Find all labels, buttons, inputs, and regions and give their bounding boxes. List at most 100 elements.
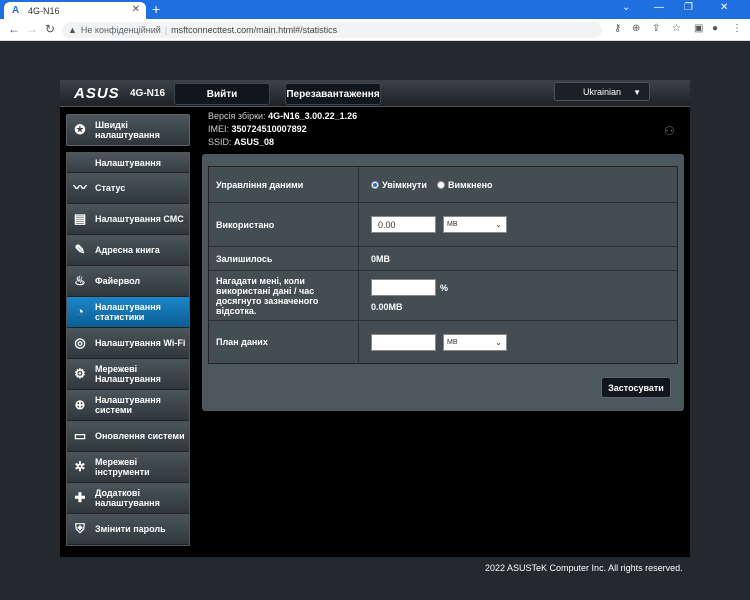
remaining-value: 0MB [359, 247, 677, 270]
statistics-panel: Управління даними Увімкнути Вимкнено Вик… [202, 154, 684, 411]
sidebar-item-label: Адресна книга [95, 245, 160, 255]
sidebar-item-address-book[interactable]: ✎ Адресна книга [67, 235, 189, 266]
bookmark-star-icon[interactable]: ☆ [672, 23, 681, 34]
ssid-label: SSID: [208, 137, 232, 147]
sidebar-item-status[interactable]: 〰 Статус [67, 173, 189, 204]
zoom-icon[interactable]: ⊕ [632, 23, 640, 34]
disable-radio[interactable]: Вимкнено [436, 180, 493, 190]
version-label: Версія збірки: [208, 111, 266, 121]
data-management-row: Управління даними Увімкнути Вимкнено [209, 167, 677, 203]
restore-icon[interactable]: ❐ [684, 2, 693, 13]
new-tab-button[interactable]: + [152, 1, 160, 17]
menu-header: Налаштування [67, 153, 189, 173]
globe-icon: ⊕ [74, 397, 86, 412]
used-row: Використано 0.00 MB ⌄ [209, 203, 677, 247]
sidebar-item-label: Файервол [95, 276, 141, 286]
chevron-down-icon: ⌄ [495, 220, 502, 229]
remind-percent-input[interactable] [371, 279, 436, 296]
lock-icon: ⛨ [75, 521, 85, 536]
logout-button[interactable]: Вийти [174, 83, 270, 105]
plan-label: План даних [209, 321, 359, 363]
key-icon[interactable]: ⚷ [614, 23, 621, 34]
unit-value: MB [447, 221, 458, 228]
address-bar: ← → ↻ ▲ Не конфіденційний | msftconnectt… [0, 19, 750, 41]
enable-radio[interactable]: Увімкнути [371, 180, 427, 190]
percent-sign: % [440, 282, 449, 293]
enable-label: Увімкнути [382, 179, 427, 190]
used-unit-select[interactable]: MB ⌄ [443, 216, 507, 233]
forward-icon[interactable]: → [26, 22, 38, 36]
browser-tab[interactable]: A 4G-N16 ✕ [4, 2, 146, 19]
asus-tab-logo-icon: A [12, 4, 20, 16]
sidebar-item-advanced[interactable]: ✚ Додаткові налаштування [67, 483, 189, 514]
back-icon[interactable]: ← [8, 22, 20, 36]
chevron-down-icon: ▼ [633, 88, 641, 97]
plan-unit-select[interactable]: MB ⌄ [443, 333, 507, 351]
imei-value: 350724510007892 [231, 124, 307, 134]
close-tab-icon[interactable]: ✕ [132, 4, 140, 15]
sidebar-item-update[interactable]: ▭ Оновлення системи [67, 421, 189, 452]
users-icon[interactable]: ⚇ [664, 124, 675, 138]
url-text: msftconnecttest.com/main.html#/statistic… [171, 25, 338, 35]
sidebar-item-tools[interactable]: ✲ Мережеві інструменти [67, 452, 189, 483]
used-label: Використано [209, 203, 359, 246]
sidebar-item-label: Налаштування СМС [95, 214, 184, 224]
chevron-down-icon: ⌄ [495, 337, 502, 347]
remind-label: Нагадати мені, коли використані дані / ч… [209, 271, 359, 320]
remaining-row: Залишилось 0MB [209, 247, 677, 271]
sidebar-item-label: Налаштування статистики [95, 302, 161, 322]
sidebar-item-label: Налаштування системи [95, 395, 161, 415]
plan-input[interactable] [371, 333, 436, 351]
reload-icon[interactable]: ↻ [45, 22, 55, 36]
statistics-form: Управління даними Увімкнути Вимкнено Вик… [208, 166, 678, 364]
sidebar-item-wifi[interactable]: ◎ Налаштування Wi-Fi [67, 328, 189, 359]
apply-button[interactable]: Застосувати [601, 377, 671, 398]
quick-setup-button[interactable]: ✪ Швидкі налаштування [66, 114, 190, 146]
sidebar-item-firewall[interactable]: ♨ Файервол [67, 266, 189, 297]
sidepanel-icon[interactable]: ▣ [694, 23, 703, 34]
sidebar-item-statistics[interactable]: ◔ Налаштування статистики [67, 297, 189, 328]
remind-value: 0.00MB [371, 302, 403, 312]
sidebar-item-label: Змінити пароль [95, 524, 166, 534]
quick-setup-icon: ✪ [74, 122, 86, 137]
model-name: 4G-N16 [130, 88, 166, 99]
tools-icon: ✲ [74, 459, 86, 474]
language-select[interactable]: Ukrainian ▼ [554, 82, 650, 101]
sidebar-item-system[interactable]: ⊕ Налаштування системи [67, 390, 189, 421]
chevron-down-icon[interactable]: ⌄ [622, 2, 630, 13]
sidebar-item-label: Додаткові налаштування [95, 488, 160, 508]
asus-logo: ASUS [74, 85, 120, 102]
reboot-button[interactable]: Перезавантаження [285, 83, 381, 105]
sidebar-item-label: Статус [95, 183, 126, 193]
sidebar-item-sms[interactable]: ▤ Налаштування СМС [67, 204, 189, 235]
ssid-value: ASUS_08 [234, 137, 275, 147]
share-icon[interactable]: ⇪ [652, 23, 660, 34]
remind-row: Нагадати мені, коли використані дані / ч… [209, 271, 677, 321]
minimize-icon[interactable]: — [654, 2, 664, 13]
radio-checked-icon [371, 180, 379, 189]
sidebar-item-password[interactable]: ⛨ Змінити пароль [67, 514, 189, 545]
sidebar-item-network[interactable]: ⚙ Мережеві Налаштування [67, 359, 189, 390]
browser-tab-bar: A 4G-N16 ✕ + ⌄ — ❐ ✕ [0, 0, 750, 19]
not-secure-label: Не конфіденційний [80, 25, 161, 35]
statistics-icon: ◔ [76, 304, 84, 319]
sms-icon: ▤ [73, 211, 87, 226]
remaining-label: Залишилось [209, 247, 359, 270]
advanced-icon: ✚ [74, 490, 86, 505]
sidebar-item-label: Мережеві інструменти [95, 457, 150, 477]
profile-icon[interactable]: ● [712, 23, 718, 34]
data-management-label: Управління даними [209, 167, 359, 202]
version-value: 4G-N16_3.00.22_1.26 [268, 111, 358, 121]
wifi-icon: ◎ [74, 335, 86, 350]
used-input[interactable]: 0.00 [371, 216, 436, 233]
warning-icon: ▲ [68, 25, 77, 35]
language-value: Ukrainian [583, 86, 622, 97]
close-window-icon[interactable]: ✕ [720, 2, 728, 13]
menu-kebab-icon[interactable]: ⋮ [732, 23, 742, 34]
router-ui: ASUS 4G-N16 Вийти Перезавантаження Ukrai… [60, 80, 690, 557]
settings-menu: Налаштування 〰 Статус ▤ Налаштування СМС… [66, 152, 190, 546]
copyright: 2022 ASUSTeK Computer Inc. All rights re… [485, 563, 683, 573]
url-input[interactable]: ▲ Не конфіденційний | msftconnecttest.co… [62, 22, 602, 38]
plan-row: План даних MB ⌄ [209, 321, 677, 363]
unit-value: MB [447, 338, 458, 346]
